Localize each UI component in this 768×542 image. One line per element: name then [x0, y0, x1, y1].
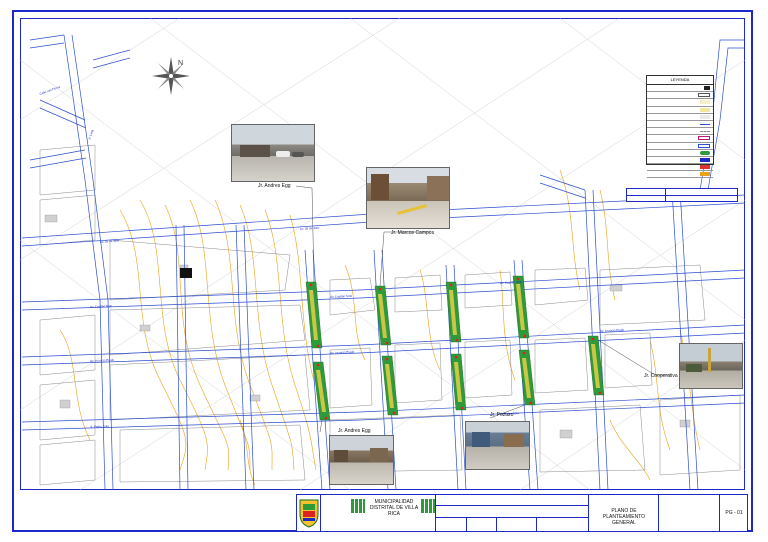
- svg-text:Calle Las Flores: Calle Las Flores: [39, 85, 61, 96]
- photo-jr-andres-egg-bottom: [329, 435, 394, 485]
- svg-text:N: N: [178, 60, 183, 67]
- legend-row: [647, 85, 713, 93]
- buildings: [44, 214, 691, 439]
- leader-lines: [295, 185, 670, 433]
- street-text-marks: Av. 28 de Julio Av. 28 de Julio Av. Capi…: [39, 85, 625, 429]
- green-mark-icon: [421, 499, 435, 513]
- photo-jr-marcos-campos: [366, 167, 450, 229]
- title-block-municipality-cell: MUNICIPALIDAD DISTRITAL DE VILLA RICA: [321, 495, 436, 531]
- legend-row: [647, 157, 713, 165]
- legend-row: [647, 121, 713, 129]
- title-block-logo-cell: [297, 495, 321, 531]
- municipality-shield-icon: [299, 499, 319, 528]
- label-jr-pozuzo: Jr. Pozuzo: [490, 412, 514, 418]
- coordinates-table: [626, 188, 738, 202]
- svg-text:Av. 28 de Julio: Av. 28 de Julio: [300, 226, 320, 231]
- legend-row: [647, 164, 713, 172]
- legend-row: [647, 107, 713, 114]
- photo-jr-pozuzo: [465, 421, 530, 470]
- title-block-blank-cell: [659, 495, 719, 531]
- photo-jr-andres-egg-top: [231, 124, 315, 182]
- title-block-code-cell: PG - 01: [719, 495, 747, 531]
- legend-row: [647, 150, 713, 157]
- svg-text:Av. Capitán Soto: Av. Capitán Soto: [90, 304, 113, 309]
- label-jr-marcos-campos: Jr. Marcos Campos: [391, 230, 435, 236]
- legend-row: [647, 135, 713, 143]
- legend-row: [647, 143, 713, 150]
- sheet-title: PLANO DE PLANTEAMIENTO GENERAL: [602, 508, 646, 526]
- plan-sheet: Av. 28 de Julio Av. 28 de Julio Av. Capi…: [0, 0, 768, 542]
- svg-text:Jr. Lima: Jr. Lima: [87, 129, 94, 141]
- map-letter-mark: [180, 268, 192, 278]
- title-block-sheet-title-cell: PLANO DE PLANTEAMIENTO GENERAL: [589, 495, 659, 531]
- sheet-code: PG - 01: [725, 510, 743, 516]
- svg-text:Av. Leoncio Prado: Av. Leoncio Prado: [90, 358, 115, 363]
- legend-row: [647, 92, 713, 100]
- title-block: MUNICIPALIDAD DISTRITAL DE VILLA RICA PL…: [296, 494, 748, 532]
- svg-text:Av. Leoncio Prado: Av. Leoncio Prado: [330, 350, 355, 355]
- svg-text:Av. 28 de Julio: Av. 28 de Julio: [100, 238, 120, 244]
- title-block-project-cell: [436, 495, 589, 531]
- green-mark-icon: [351, 499, 365, 513]
- label-jr-cooperativa: Jr. Cooperativa: [644, 373, 678, 379]
- legend-box: LEYENDA: [646, 75, 714, 179]
- legend-row: [647, 114, 713, 121]
- north-arrow-icon: N: [152, 57, 190, 95]
- label-jr-andres-egg-bottom: Jr. Andres Egg: [338, 428, 371, 434]
- label-jr-andres-egg-top: Jr. Andres Egg: [258, 183, 291, 189]
- legend-row: [647, 99, 713, 107]
- road-network: [21, 34, 746, 491]
- legend-title: LEYENDA: [647, 76, 713, 85]
- municipality-name: MUNICIPALIDAD DISTRITAL DE VILLA RICA: [369, 499, 419, 517]
- legend-row: [647, 171, 713, 179]
- coordinates-box: [626, 182, 738, 204]
- legend-row: [647, 128, 713, 136]
- svg-text:Jr. Pedro Soto: Jr. Pedro Soto: [90, 424, 110, 429]
- photo-jr-cooperativa: [679, 343, 743, 389]
- svg-text:Av. Leoncio Prado: Av. Leoncio Prado: [600, 328, 625, 333]
